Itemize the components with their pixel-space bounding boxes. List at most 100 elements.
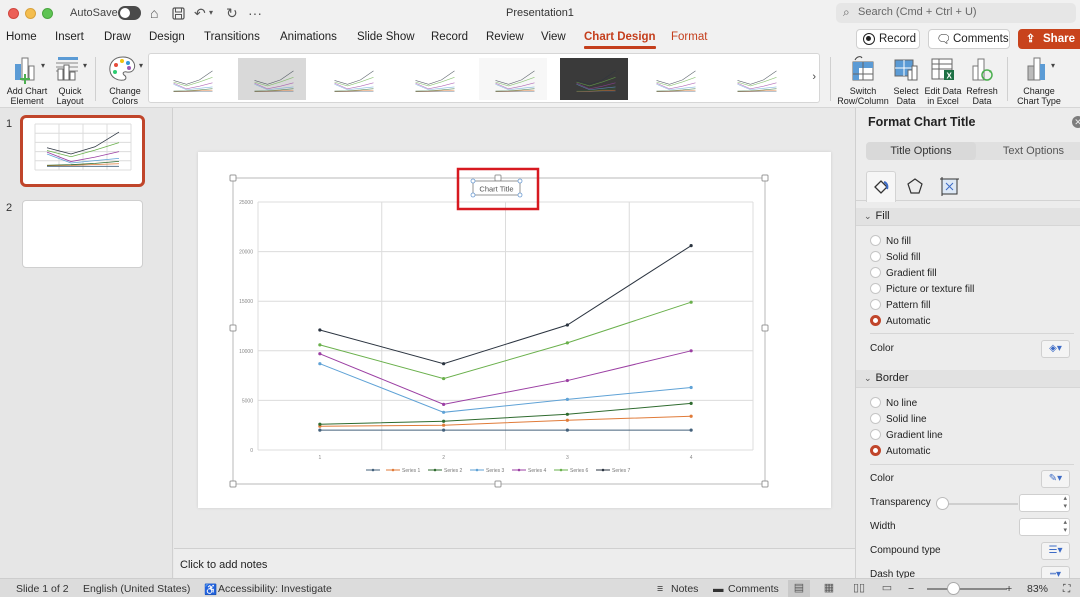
- undo-icon[interactable]: ↶: [194, 4, 206, 22]
- resize-handle[interactable]: [229, 174, 237, 182]
- quick-layout-button[interactable]: ▾ Quick Layout: [52, 54, 88, 106]
- transparency-slider-handle[interactable]: [936, 497, 949, 510]
- tab-home[interactable]: Home: [6, 31, 37, 43]
- slideshow-view-icon[interactable]: ▭: [876, 580, 898, 597]
- slide-thumbnail-2[interactable]: [22, 200, 143, 268]
- tab-review[interactable]: Review: [486, 31, 524, 43]
- line-chart[interactable]: 0 5000 10000 15000 20000 25000 1 2 3 4 Series 1 Ser…: [198, 152, 831, 508]
- home-icon[interactable]: ⌂: [150, 4, 158, 22]
- resize-handle[interactable]: [494, 480, 502, 488]
- record-button[interactable]: Record: [856, 29, 920, 49]
- tab-slide-show[interactable]: Slide Show: [357, 31, 415, 43]
- switch-row-column-button[interactable]: Switch Row/Column: [836, 54, 890, 106]
- chart-title[interactable]: Chart Title: [479, 185, 513, 194]
- title-resize-handle[interactable]: [470, 178, 476, 184]
- chart-style-option[interactable]: [559, 58, 628, 100]
- close-pane-icon[interactable]: ✕: [1072, 116, 1080, 128]
- resize-handle[interactable]: [761, 324, 769, 332]
- chart-style-option[interactable]: [157, 58, 225, 100]
- tab-animations[interactable]: Animations: [280, 31, 337, 43]
- radio-picture-texture-fill[interactable]: Picture or texture fill: [870, 283, 974, 295]
- resize-handle[interactable]: [761, 174, 769, 182]
- resize-handle[interactable]: [494, 174, 502, 182]
- select-data-button[interactable]: Select Data: [890, 54, 922, 106]
- share-button[interactable]: ⇪ Share: [1018, 29, 1080, 49]
- chart-style-option[interactable]: [640, 58, 708, 100]
- border-color-picker[interactable]: ✎▾: [1041, 470, 1070, 488]
- chart-style-option[interactable]: [398, 58, 467, 100]
- reading-view-icon[interactable]: ▯▯: [848, 580, 870, 597]
- radio-gradient-fill[interactable]: Gradient fill: [870, 267, 937, 279]
- close-window-button[interactable]: [8, 8, 19, 19]
- title-resize-handle[interactable]: [517, 192, 523, 198]
- radio-automatic-fill[interactable]: Automatic: [870, 315, 930, 327]
- comments-toggle[interactable]: Comments: [728, 583, 779, 595]
- tab-record[interactable]: Record: [431, 31, 468, 43]
- radio-gradient-line[interactable]: Gradient line: [870, 429, 943, 441]
- chart-style-option[interactable]: [318, 58, 386, 100]
- chart-style-option[interactable]: [479, 58, 547, 100]
- tab-transitions[interactable]: Transitions: [204, 31, 260, 43]
- dash-type-dropdown[interactable]: ┅▾: [1041, 566, 1070, 578]
- search-input[interactable]: ⌕ Search (Cmd + Ctrl + U): [836, 3, 1076, 23]
- accessibility-status[interactable]: Accessibility: Investigate: [218, 583, 332, 595]
- resize-handle[interactable]: [229, 480, 237, 488]
- compound-type-dropdown[interactable]: ☰▾: [1041, 542, 1070, 560]
- refresh-data-button[interactable]: Refresh Data: [964, 54, 1000, 106]
- add-chart-element-button[interactable]: ▾ Add Chart Element: [4, 54, 50, 106]
- fit-to-window-icon[interactable]: ⛶: [1063, 583, 1070, 596]
- tab-title-options[interactable]: Title Options: [866, 142, 976, 160]
- resize-handle[interactable]: [229, 324, 237, 332]
- radio-solid-line[interactable]: Solid line: [870, 413, 927, 425]
- zoom-slider[interactable]: [927, 588, 1007, 590]
- normal-view-icon[interactable]: ▤: [788, 580, 810, 597]
- effects-pentagon-icon[interactable]: [900, 171, 930, 201]
- tab-draw[interactable]: Draw: [104, 31, 131, 43]
- tab-format[interactable]: Format: [671, 31, 707, 43]
- radio-pattern-fill[interactable]: Pattern fill: [870, 299, 930, 311]
- title-resize-handle[interactable]: [517, 178, 523, 184]
- chart-style-option[interactable]: [720, 58, 789, 100]
- width-input[interactable]: [1019, 518, 1070, 536]
- transparency-input[interactable]: [1019, 494, 1070, 512]
- radio-solid-fill[interactable]: Solid fill: [870, 251, 920, 263]
- edit-data-in-excel-button[interactable]: X Edit Data in Excel: [924, 54, 962, 106]
- radio-no-line[interactable]: No line: [870, 397, 917, 409]
- zoom-slider-handle[interactable]: [947, 582, 960, 595]
- notes-toggle[interactable]: Notes: [671, 583, 698, 595]
- tab-text-options[interactable]: Text Options: [976, 142, 1080, 160]
- gallery-next-icon[interactable]: ›: [812, 71, 816, 83]
- transparency-slider[interactable]: [938, 503, 1018, 505]
- size-properties-icon[interactable]: [934, 171, 964, 201]
- tab-chart-design[interactable]: Chart Design: [584, 31, 656, 49]
- radio-automatic-line[interactable]: Automatic: [870, 445, 930, 457]
- zoom-level[interactable]: 83%: [1027, 583, 1048, 595]
- slide-sorter-view-icon[interactable]: ▦: [818, 580, 840, 597]
- autosave-toggle[interactable]: [118, 6, 141, 20]
- change-chart-type-button[interactable]: ▾ Change Chart Type: [1014, 54, 1064, 106]
- title-resize-handle[interactable]: [470, 192, 476, 198]
- resize-handle[interactable]: [761, 480, 769, 488]
- change-colors-button[interactable]: ▾ Change Colors: [104, 54, 146, 106]
- comments-button[interactable]: 🗨 Comments: [928, 29, 1010, 49]
- tab-view[interactable]: View: [541, 31, 566, 43]
- minimize-window-button[interactable]: [25, 8, 36, 19]
- zoom-in-icon[interactable]: +: [1006, 583, 1012, 595]
- language-status[interactable]: English (United States): [83, 583, 190, 595]
- tab-insert[interactable]: Insert: [55, 31, 84, 43]
- maximize-window-button[interactable]: [42, 8, 53, 19]
- tab-design[interactable]: Design: [149, 31, 185, 43]
- more-icon[interactable]: ···: [248, 4, 262, 22]
- fill-color-picker[interactable]: ◈▾: [1041, 340, 1070, 358]
- fill-section-header[interactable]: ⌄ Fill: [856, 208, 1080, 226]
- radio-no-fill[interactable]: No fill: [870, 235, 911, 247]
- zoom-out-icon[interactable]: −: [908, 583, 914, 595]
- undo-dropdown-icon[interactable]: ▾: [209, 4, 213, 22]
- fill-line-icon[interactable]: [866, 171, 896, 202]
- notes-area[interactable]: Click to add notes: [174, 548, 855, 578]
- border-section-header[interactable]: ⌄ Border: [856, 370, 1080, 388]
- save-icon[interactable]: [172, 4, 185, 24]
- redo-icon[interactable]: ↻: [226, 4, 238, 22]
- slide-thumbnail-1[interactable]: [20, 115, 145, 187]
- chart-style-option[interactable]: [237, 58, 306, 100]
